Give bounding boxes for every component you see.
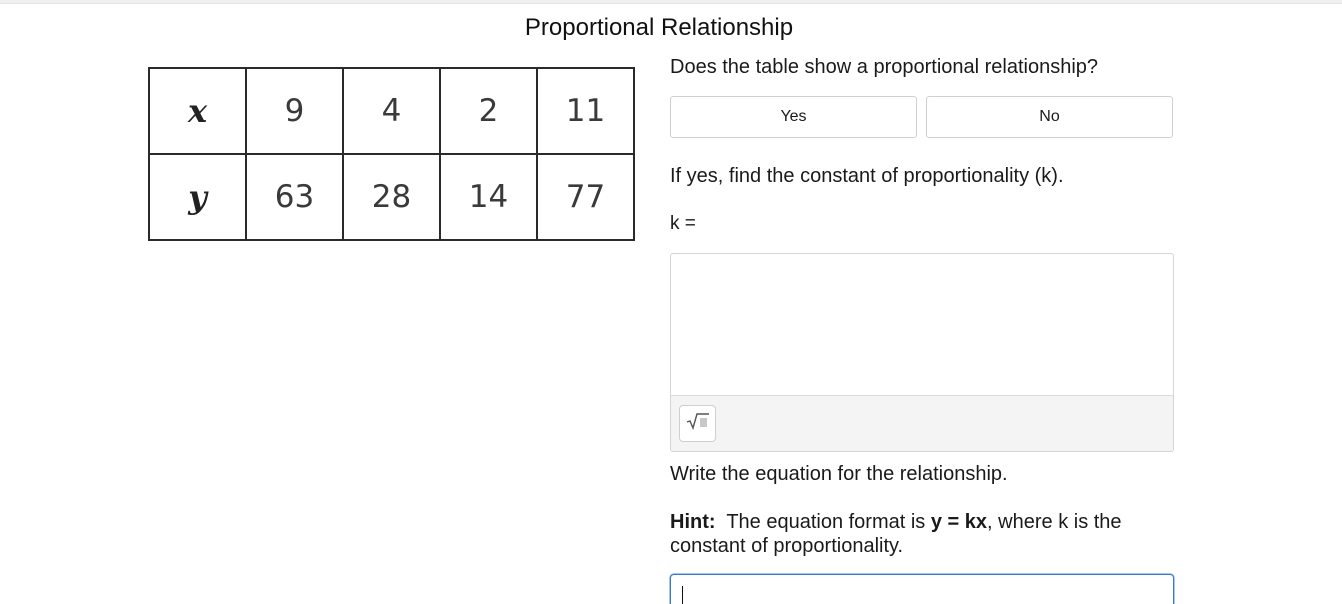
page-title: Proportional Relationship (524, 14, 794, 41)
hint-equation: y = kx (930, 511, 988, 533)
text-caret (682, 586, 683, 604)
table-row: y 63 28 14 77 (148, 153, 635, 241)
xy-table: x 9 4 2 11 y 63 28 14 77 (148, 67, 635, 241)
table-cell: 28 (342, 153, 441, 241)
math-toolbar (671, 395, 1173, 451)
table-cell: 77 (536, 153, 635, 241)
equation-input[interactable] (670, 574, 1174, 604)
k-answer-input[interactable] (671, 254, 1173, 395)
hint-label: Hint: (670, 511, 716, 533)
question-constant-prompt: If yes, find the constant of proportiona… (670, 165, 1064, 187)
top-divider (0, 0, 1342, 4)
math-editor-button[interactable] (679, 405, 716, 442)
hint-text: The equation format is (726, 511, 926, 533)
page: Proportional Relationship x 9 4 2 11 y 6… (0, 0, 1342, 604)
table-cell: 9 (245, 67, 344, 155)
table-cell: 4 (342, 67, 441, 155)
table-row: x 9 4 2 11 (148, 67, 635, 155)
k-answer-box (670, 253, 1174, 452)
table-row-label: x (148, 67, 247, 155)
question-equation-prompt: Write the equation for the relationship. (670, 463, 1008, 485)
square-root-icon (686, 412, 710, 435)
hint: Hint: The equation format is y = kx, whe… (670, 510, 1170, 558)
no-button[interactable]: No (926, 96, 1173, 138)
table-cell: 14 (439, 153, 538, 241)
k-label: k = (670, 213, 696, 234)
table-cell: 63 (245, 153, 344, 241)
yes-button[interactable]: Yes (670, 96, 917, 138)
table-row-label: y (148, 153, 247, 241)
question-proportional-prompt: Does the table show a proportional relat… (670, 56, 1099, 78)
table-cell: 2 (439, 67, 538, 155)
table-cell: 11 (536, 67, 635, 155)
